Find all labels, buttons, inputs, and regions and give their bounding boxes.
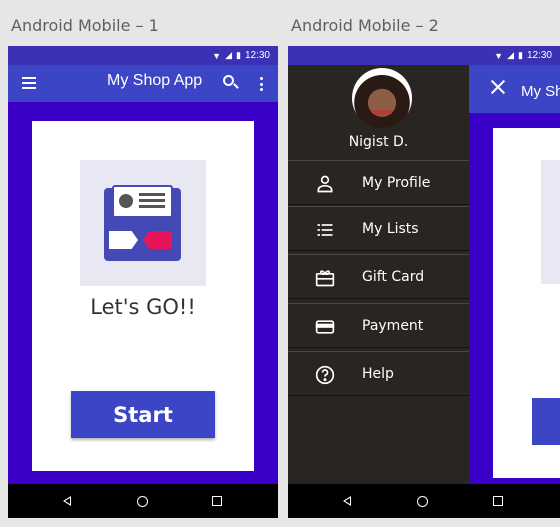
start-button-partial[interactable]	[532, 398, 560, 445]
navigation-bar	[8, 484, 278, 518]
illustration-partial	[541, 160, 560, 284]
signal-icon: ◢	[507, 50, 515, 60]
status-time: 12:30	[244, 50, 270, 61]
headline: Let's GO!!	[90, 295, 196, 319]
app-title-partial: My Sh	[521, 83, 560, 100]
android-mobile-2-screen: ▼ ◢ ▮ 12:30 My Sh Nigist D. My Profile M…	[288, 46, 560, 518]
status-time: 12:30	[526, 50, 552, 61]
welcome-card: Let's GO!! Start	[32, 121, 254, 471]
drawer-item-label: My Profile	[362, 175, 431, 191]
battery-icon: ▮	[236, 50, 241, 60]
navigation-drawer: Nigist D. My Profile My Lists Gift Card …	[288, 65, 469, 484]
drawer-item-label: Payment	[362, 318, 424, 334]
navigation-bar	[288, 484, 560, 518]
recents-icon[interactable]	[493, 496, 503, 506]
close-icon[interactable]	[491, 80, 505, 94]
avatar[interactable]	[352, 68, 412, 128]
search-icon[interactable]	[223, 75, 234, 86]
drawer-item-gift-card[interactable]: Gift Card	[288, 254, 469, 299]
status-bar: ▼ ◢ ▮ 12:30	[8, 46, 278, 65]
battery-icon: ▮	[518, 50, 523, 60]
status-bar: ▼ ◢ ▮ 12:30	[288, 46, 560, 65]
wifi-icon: ▼	[494, 50, 504, 61]
more-options-icon[interactable]	[260, 77, 263, 91]
menu-icon[interactable]	[22, 77, 36, 89]
drawer-item-label: Gift Card	[362, 269, 425, 285]
frame-title-android-mobile-1: Android Mobile – 1	[11, 16, 159, 35]
signal-icon: ◢	[225, 50, 233, 60]
person-icon	[317, 175, 333, 193]
drawer-item-my-profile[interactable]: My Profile	[288, 160, 469, 205]
floppy-disk-illustration	[80, 160, 206, 286]
credit-card-icon	[315, 320, 335, 334]
frame-title-android-mobile-2: Android Mobile – 2	[291, 16, 439, 35]
help-icon	[315, 365, 335, 385]
wifi-icon: ▼	[212, 50, 222, 61]
list-icon	[317, 224, 333, 236]
drawer-item-label: Help	[362, 366, 394, 382]
drawer-item-payment[interactable]: Payment	[288, 303, 469, 348]
android-mobile-1-screen: ▼ ◢ ▮ 12:30 My Shop App Let's GO!! Start	[8, 46, 278, 518]
app-bar: My Shop App	[8, 65, 278, 102]
user-name: Nigist D.	[348, 134, 409, 150]
drawer-item-help[interactable]: Help	[288, 351, 469, 396]
back-icon[interactable]	[63, 496, 71, 506]
app-title: My Shop App	[107, 72, 203, 89]
back-icon[interactable]	[343, 496, 351, 506]
drawer-item-my-lists[interactable]: My Lists	[288, 206, 469, 251]
floppy-disk-icon	[104, 185, 181, 261]
recents-icon[interactable]	[212, 496, 222, 506]
start-button[interactable]: Start	[71, 391, 215, 438]
home-icon[interactable]	[137, 496, 148, 507]
welcome-card-partial	[493, 128, 560, 478]
drawer-item-label: My Lists	[362, 221, 419, 237]
home-icon[interactable]	[417, 496, 428, 507]
gift-card-icon	[315, 270, 335, 287]
